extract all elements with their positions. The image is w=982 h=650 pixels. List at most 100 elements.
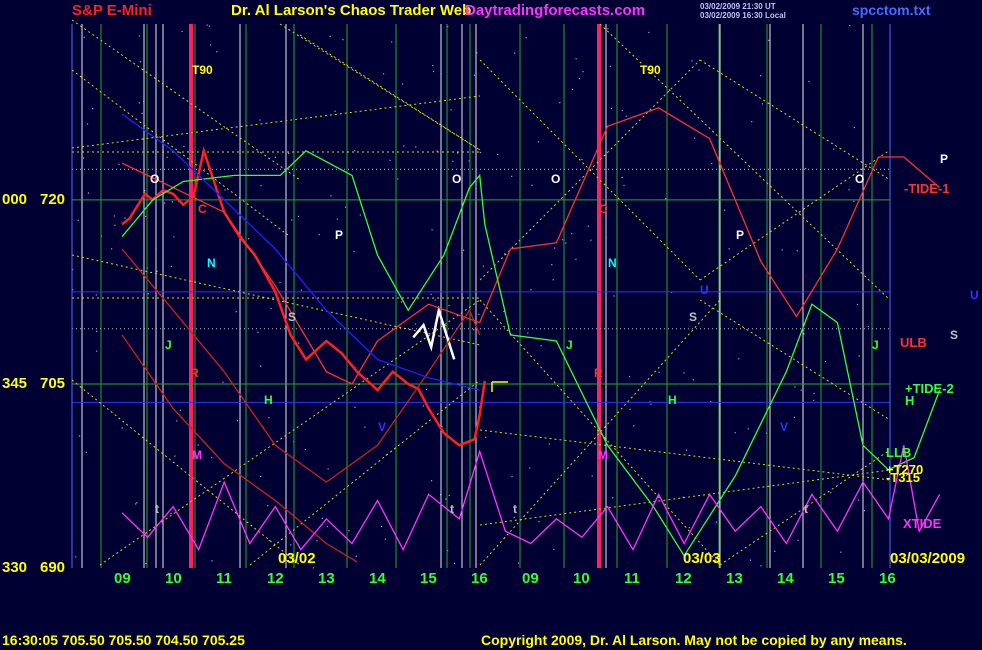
star-dot: [683, 372, 685, 374]
star-dot: [610, 107, 613, 109]
star-dot: [430, 293, 432, 295]
star-dot: [260, 365, 262, 367]
star-dot: [613, 295, 615, 297]
star-dot: [135, 503, 137, 505]
star-dot: [609, 65, 611, 67]
star-dot: [326, 525, 328, 528]
star-dot: [529, 467, 531, 469]
x-tick-label: 13: [726, 570, 743, 587]
chart-title: Dr. Al Larson's Chaos Trader Web: [231, 2, 472, 19]
star-dot: [327, 468, 329, 470]
x-tick-label: 15: [828, 570, 845, 587]
star-dot: [312, 567, 315, 569]
star-dot: [78, 435, 81, 437]
star-dot: [587, 225, 589, 227]
star-dot: [304, 449, 306, 451]
star-dot: [170, 513, 172, 515]
star-dot: [206, 24, 208, 26]
x-tick-label: 15: [420, 570, 437, 587]
cycle-marker-label: V: [378, 420, 387, 434]
x-tick-label: 10: [573, 570, 590, 587]
site-link[interactable]: Daytradingforecasts.com: [465, 2, 645, 19]
star-dot: [648, 31, 650, 34]
x-tick-label: 09: [114, 570, 131, 587]
star-dot: [759, 75, 762, 77]
cycle-marker-label: M: [192, 448, 202, 462]
star-dot: [691, 60, 693, 62]
star-dot: [170, 265, 172, 267]
star-dot: [867, 325, 869, 328]
y-tick-label: 690: [40, 559, 66, 576]
star-dot: [222, 381, 224, 383]
star-dot: [473, 74, 476, 76]
star-dot: [268, 540, 270, 542]
right-series-label: XTIDE: [903, 516, 942, 531]
timing-bar: [189, 24, 193, 568]
cycle-marker-label: t: [513, 502, 517, 516]
right-series-label: H: [905, 393, 915, 408]
star-dot: [800, 389, 802, 391]
star-dot: [383, 73, 385, 75]
star-dot: [138, 35, 141, 37]
star-dot: [511, 475, 513, 478]
star-dot: [548, 443, 550, 445]
right-series-label: LLB: [886, 445, 912, 460]
star-dot: [113, 215, 115, 217]
star-dot: [482, 265, 484, 267]
star-dot: [848, 189, 850, 191]
star-dot: [224, 189, 226, 191]
cycle-marker-label: S: [288, 310, 297, 324]
star-dot: [391, 41, 393, 43]
y-tick-label-left: 330: [2, 559, 28, 576]
quote-readout: 16:30:05 705.50 705.50 704.50 705.25: [2, 632, 245, 648]
star-dot: [858, 355, 860, 357]
star-dot: [562, 239, 564, 241]
star-dot: [432, 70, 435, 73]
star-dot: [552, 279, 554, 281]
star-dot: [711, 163, 713, 165]
star-dot: [300, 289, 302, 291]
cycle-marker-label: t: [450, 502, 454, 516]
star-dot: [138, 102, 140, 104]
x-tick-label: 14: [777, 570, 794, 587]
cycle-marker-label: C: [198, 202, 207, 216]
star-dot: [197, 444, 199, 446]
star-dot: [111, 248, 113, 250]
star-dot: [581, 158, 583, 161]
star-dot: [92, 108, 94, 110]
star-dot: [813, 399, 815, 401]
star-dot: [665, 198, 667, 200]
x-tick-label: 10: [165, 570, 182, 587]
star-dot: [575, 258, 577, 260]
star-dot: [794, 386, 796, 388]
star-dot: [145, 562, 147, 565]
x-tick-label: 12: [675, 570, 692, 587]
star-dot: [747, 428, 749, 430]
star-dot: [478, 313, 480, 315]
star-dot: [540, 345, 542, 347]
star-dot: [571, 233, 573, 235]
grid-layer: [0, 0, 982, 650]
star-dot: [381, 525, 383, 527]
star-dot: [497, 153, 499, 155]
star-dot: [141, 112, 143, 114]
star-dot: [260, 475, 262, 477]
right-series-label: -TIDE-1: [904, 181, 950, 196]
star-dot: [425, 388, 427, 390]
symbol-label: S&P E-Mini: [72, 2, 152, 19]
star-dot: [279, 281, 281, 284]
star-dot: [288, 152, 290, 154]
star-dot: [139, 61, 141, 63]
star-dot: [525, 37, 527, 39]
star-dot: [514, 52, 516, 54]
x-tick-label: 14: [369, 570, 386, 587]
star-dot: [422, 405, 424, 407]
star-dot: [156, 270, 158, 272]
star-dot: [402, 83, 404, 85]
timestamp-local: 03/02/2009 16:30 Local: [700, 11, 786, 20]
cycle-marker-label: P: [736, 228, 745, 242]
star-dot: [793, 416, 795, 418]
star-dot: [738, 358, 740, 360]
star-dot: [344, 206, 347, 208]
star-dot: [348, 530, 350, 532]
